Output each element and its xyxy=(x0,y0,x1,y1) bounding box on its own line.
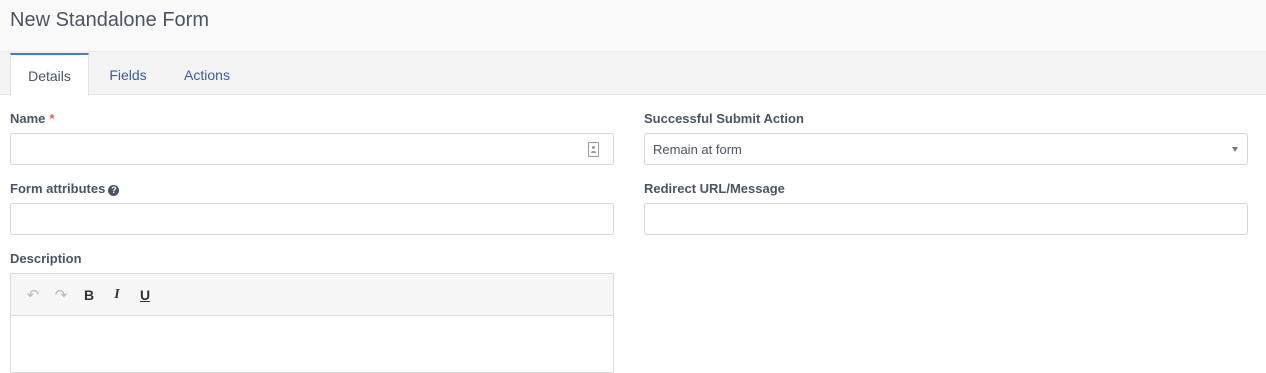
description-editor[interactable]: ↶ ↷ B I U xyxy=(10,273,614,373)
form-attributes-label: Form attributes? xyxy=(10,181,120,196)
underline-button[interactable]: U xyxy=(135,285,155,305)
editor-content-area[interactable] xyxy=(11,316,613,372)
redirect-url-label: Redirect URL/Message xyxy=(644,181,785,196)
form-attributes-label-text: Form attributes xyxy=(10,181,106,196)
description-label: Description xyxy=(10,251,82,266)
name-label: Name * xyxy=(10,111,54,126)
page-header: New Standalone Form xyxy=(0,0,1266,52)
undo-icon[interactable]: ↶ xyxy=(23,285,43,305)
page-title: New Standalone Form xyxy=(10,9,209,31)
required-marker: * xyxy=(49,111,55,126)
tab-bar: Details Fields Actions xyxy=(0,52,1266,96)
redirect-url-input[interactable] xyxy=(644,203,1248,235)
question-circle-icon[interactable]: ? xyxy=(108,185,120,196)
chevron-down-icon xyxy=(1232,147,1238,152)
name-label-text: Name xyxy=(10,111,46,126)
tab-actions[interactable]: Actions xyxy=(172,54,242,96)
tab-fields[interactable]: Fields xyxy=(96,54,160,96)
tab-details[interactable]: Details xyxy=(10,53,89,96)
select-value: Remain at form xyxy=(653,141,742,157)
name-input[interactable] xyxy=(10,133,614,165)
editor-toolbar: ↶ ↷ B I U xyxy=(11,274,613,316)
form-attributes-input[interactable] xyxy=(10,203,614,235)
contact-card-icon xyxy=(588,142,599,157)
italic-button[interactable]: I xyxy=(107,285,127,305)
successful-submit-action-select[interactable]: Remain at form xyxy=(644,133,1248,165)
redo-icon[interactable]: ↷ xyxy=(51,285,71,305)
bold-button[interactable]: B xyxy=(79,285,99,305)
successful-submit-action-label: Successful Submit Action xyxy=(644,111,804,126)
